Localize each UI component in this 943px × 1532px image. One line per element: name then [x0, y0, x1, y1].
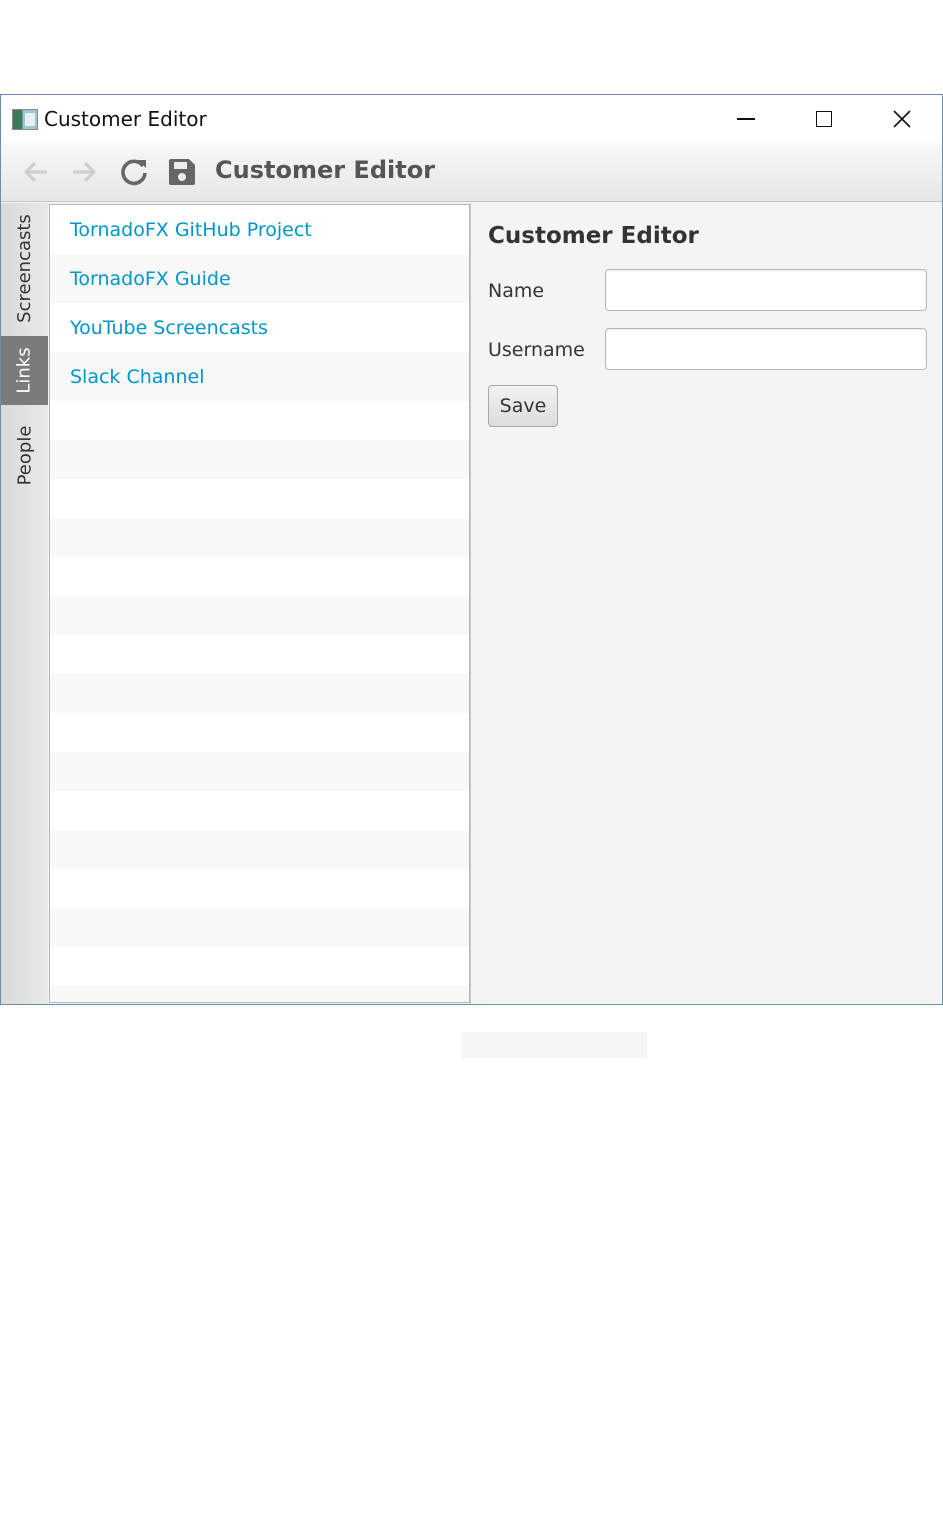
app-icon — [12, 109, 38, 130]
empty-row — [50, 986, 469, 1002]
empty-row — [50, 557, 469, 596]
empty-row — [50, 674, 469, 713]
window-title: Customer Editor — [44, 107, 207, 131]
empty-row — [50, 479, 469, 518]
name-label: Name — [488, 280, 545, 302]
save-icon — [169, 159, 195, 185]
empty-row — [50, 596, 469, 635]
list-item[interactable]: YouTube Screencasts — [50, 303, 469, 352]
list-item[interactable]: TornadoFX Guide — [50, 254, 469, 303]
tab-label: People — [14, 425, 35, 485]
forward-arrow-icon — [73, 161, 96, 183]
username-field[interactable] — [605, 328, 927, 370]
editor-title: Customer Editor — [488, 223, 699, 249]
save-button[interactable]: Save — [488, 385, 558, 427]
refresh-button[interactable] — [118, 156, 150, 188]
empty-row — [50, 791, 469, 830]
title-bar: Customer Editor — [1, 95, 942, 143]
tab-label: Screencasts — [14, 214, 35, 323]
link-youtube-screencasts[interactable]: YouTube Screencasts — [70, 317, 268, 339]
toolbar: Customer Editor — [1, 143, 942, 202]
empty-row — [50, 713, 469, 752]
link-github-project[interactable]: TornadoFX GitHub Project — [70, 219, 312, 241]
maximize-button[interactable] — [785, 95, 863, 143]
tab-links[interactable]: Links — [1, 336, 48, 405]
empty-row — [50, 440, 469, 479]
minimize-button[interactable] — [707, 95, 785, 143]
empty-row — [50, 908, 469, 947]
list-item[interactable]: Slack Channel — [50, 352, 469, 401]
empty-row — [50, 752, 469, 791]
customer-editor-form: Customer Editor Name Username Save — [471, 203, 942, 1004]
forward-button[interactable] — [68, 156, 100, 188]
back-button[interactable] — [20, 156, 52, 188]
minimize-icon — [737, 118, 755, 120]
empty-row — [50, 635, 469, 674]
save-toolbar-button[interactable] — [166, 156, 198, 188]
link-slack-channel[interactable]: Slack Channel — [70, 366, 204, 388]
empty-row — [50, 518, 469, 557]
name-field[interactable] — [605, 269, 927, 311]
side-tab-bar: Screencasts Links People — [1, 203, 48, 1004]
app-window: Customer Editor Customer Editor Screenca… — [0, 94, 943, 1005]
toolbar-title: Customer Editor — [215, 156, 436, 184]
link-guide[interactable]: TornadoFX Guide — [70, 268, 231, 290]
maximize-icon — [816, 111, 832, 127]
empty-row — [50, 830, 469, 869]
close-icon — [893, 110, 911, 128]
links-list[interactable]: TornadoFX GitHub Project TornadoFX Guide… — [49, 204, 470, 1003]
background-placeholder — [462, 1032, 647, 1058]
close-button[interactable] — [863, 95, 941, 143]
username-label: Username — [488, 339, 585, 361]
empty-row — [50, 869, 469, 908]
tab-screencasts[interactable]: Screencasts — [1, 203, 48, 334]
refresh-icon — [121, 159, 147, 186]
tab-label: Links — [14, 347, 35, 394]
tab-people[interactable]: People — [1, 407, 48, 503]
empty-row — [50, 947, 469, 986]
list-item[interactable]: TornadoFX GitHub Project — [50, 205, 469, 254]
empty-row — [50, 401, 469, 440]
back-arrow-icon — [24, 161, 47, 183]
